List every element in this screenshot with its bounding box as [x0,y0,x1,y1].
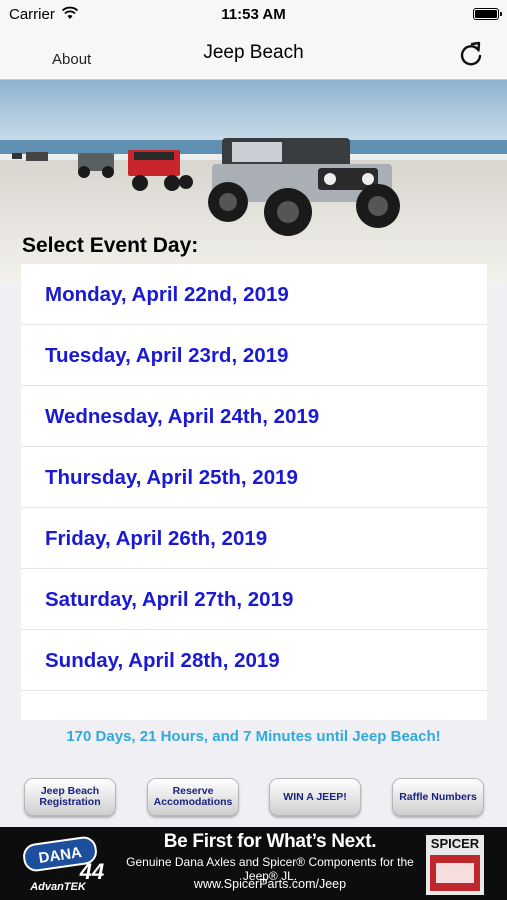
raffle-numbers-button[interactable]: Raffle Numbers [392,778,484,816]
ad-url: www.SpicerParts.com/Jeep [193,877,347,891]
select-event-day-heading: Select Event Day: [22,234,199,257]
win-a-jeep-button[interactable]: WIN A JEEP! [269,778,361,816]
day-label[interactable]: Sunday, April 28th, 2019 [45,649,280,673]
day-row-thursday[interactable]: Thursday, April 25th, 2019 [21,447,487,508]
day-label[interactable]: Wednesday, April 24th, 2019 [45,405,319,429]
raffle-numbers-button-label: Raffle Numbers [399,790,477,803]
accommodations-button-label: Reserve Accomodations [153,785,233,808]
registration-button-label: Jeep Beach Registration [39,785,101,808]
day-row-wednesday[interactable]: Wednesday, April 24th, 2019 [21,386,487,447]
registration-button[interactable]: Jeep Beach Registration [24,778,116,816]
dana-sub: AdvanTEK [29,881,87,893]
day-label[interactable]: Tuesday, April 23rd, 2019 [45,344,288,368]
day-row-tuesday[interactable]: Tuesday, April 23rd, 2019 [21,325,487,386]
refresh-icon[interactable] [457,40,485,68]
day-row-saturday[interactable]: Saturday, April 27th, 2019 [21,569,487,630]
day-label[interactable]: Friday, April 26th, 2019 [45,527,267,551]
page-title: Jeep Beach [203,42,304,63]
event-day-list: Monday, April 22nd, 2019 Tuesday, April … [21,264,487,720]
day-row-monday[interactable]: Monday, April 22nd, 2019 [21,264,487,325]
ad-banner[interactable]: DANA 44 AdvanTEK Be First for What’s Nex… [0,827,507,900]
navigation-bar: About Jeep Beach [0,30,507,80]
clock: 11:53 AM [221,6,286,23]
spicer-brand: SPICER [431,836,480,851]
day-row-sunday[interactable]: Sunday, April 28th, 2019 [21,630,487,691]
dana-44-logo: DANA 44 AdvanTEK [23,836,104,893]
countdown-text: 170 Days, 21 Hours, and 7 Minutes until … [66,728,441,745]
battery-icon [473,8,502,20]
day-label[interactable]: Thursday, April 25th, 2019 [45,466,298,490]
status-bar: Carrier 11:53 AM [0,0,507,30]
accommodations-button[interactable]: Reserve Accomodations [147,778,239,816]
day-label[interactable]: Saturday, April 27th, 2019 [45,588,293,612]
spicer-box-logo: SPICER [426,835,484,895]
day-row-friday[interactable]: Friday, April 26th, 2019 [21,508,487,569]
ad-headline: Be First for What’s Next. [163,831,377,852]
win-a-jeep-button-label: WIN A JEEP! [283,790,347,803]
day-label[interactable]: Monday, April 22nd, 2019 [45,283,289,307]
